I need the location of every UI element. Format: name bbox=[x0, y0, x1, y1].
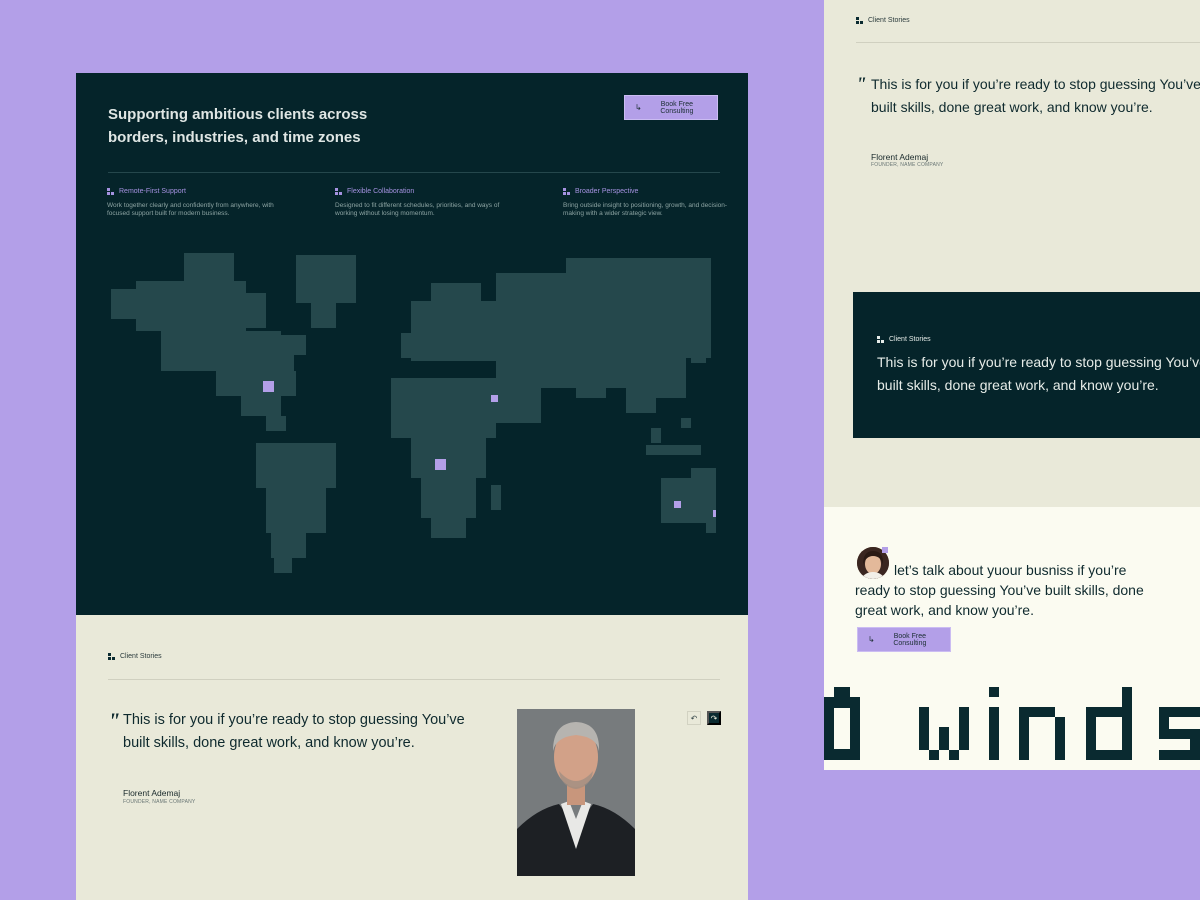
section-tag-label: Client Stories bbox=[868, 17, 910, 24]
section-tag: Client Stories bbox=[856, 17, 910, 24]
pixel-wordmark bbox=[824, 687, 1200, 760]
status-badge bbox=[882, 547, 888, 553]
feature-remote-first: Remote-First Support Work together clear… bbox=[107, 188, 287, 218]
author-name: Florent Ademaj bbox=[871, 152, 929, 162]
pixel-logo-icon bbox=[877, 336, 884, 343]
author-portrait bbox=[517, 709, 635, 876]
divider bbox=[856, 42, 1200, 43]
feature-description: Bring outside insight to positioning, gr… bbox=[563, 202, 728, 217]
feature-title: Broader Perspective bbox=[575, 188, 639, 195]
quote-line: built skills, done great work, and know … bbox=[871, 99, 1153, 115]
marker-australia-east[interactable] bbox=[713, 510, 716, 517]
testimonial-quote: This is for you if you’re ready to stop … bbox=[877, 351, 1200, 397]
marker-north-america[interactable] bbox=[263, 381, 274, 392]
next-story-button[interactable]: ↷ bbox=[707, 711, 721, 725]
client-stories-section: Client Stories " This is for you if you’… bbox=[76, 615, 748, 900]
marker-australia-west[interactable] bbox=[674, 501, 681, 508]
author-role: FOUNDER, NAME COMPANY bbox=[871, 162, 944, 168]
testimonial-quote: This is for you if you’re ready to stop … bbox=[123, 712, 465, 751]
feature-title: Remote-First Support bbox=[119, 188, 186, 195]
feature-broader-perspective: Broader Perspective Bring outside insigh… bbox=[563, 188, 743, 218]
main-card: Supporting ambitious clients across bord… bbox=[76, 73, 748, 900]
arrow-down-right-icon: ↳ bbox=[635, 103, 642, 112]
quote-line: This is for you if you’re ready to stop … bbox=[871, 76, 1200, 92]
dark-story-card: Client Stories This is for you if you’re… bbox=[853, 292, 1200, 438]
cta-text: let’s talk about yuour busniss if you’re… bbox=[855, 562, 1144, 618]
map-land bbox=[111, 253, 716, 573]
marker-asia[interactable] bbox=[491, 395, 498, 402]
section-tag: Client Stories bbox=[877, 336, 931, 343]
pixel-logo-icon bbox=[335, 188, 342, 195]
feature-description: Designed to fit different schedules, pri… bbox=[335, 202, 500, 217]
section-headline: Supporting ambitious clients across bord… bbox=[108, 106, 368, 146]
feature-description: Work together clearly and confidently fr… bbox=[107, 202, 274, 217]
quote-mark: " bbox=[856, 74, 867, 95]
pixel-world-map bbox=[111, 253, 716, 573]
redo-arrow-icon: ↷ bbox=[710, 713, 718, 723]
quote-mark: " bbox=[108, 708, 121, 733]
pixel-logo-icon bbox=[107, 188, 114, 195]
book-consulting-label: Book Free Consulting bbox=[893, 632, 927, 647]
testimonial-quote: This is for you if you’re ready to stop … bbox=[871, 73, 1200, 119]
book-consulting-button[interactable]: ↳ Book Free Consulting bbox=[857, 627, 951, 652]
book-consulting-label: Book Free Consulting bbox=[660, 100, 694, 115]
arrow-down-right-icon: ↳ bbox=[868, 635, 875, 644]
previous-story-button[interactable]: ↶ bbox=[687, 711, 701, 725]
pixel-logo-icon bbox=[856, 17, 863, 24]
marker-africa[interactable] bbox=[435, 459, 446, 470]
pixel-logo-icon bbox=[563, 188, 570, 195]
pixel-logo-icon bbox=[108, 653, 115, 660]
cta-card: let’s talk about yuour busniss if you’re… bbox=[824, 507, 1200, 770]
author-name: Florent Ademaj bbox=[123, 788, 181, 798]
divider bbox=[108, 679, 720, 680]
feature-title: Flexible Collaboration bbox=[347, 188, 415, 195]
global-clients-section: Supporting ambitious clients across bord… bbox=[76, 73, 748, 615]
book-consulting-button[interactable]: ↳ Book Free Consulting bbox=[624, 95, 718, 120]
quote-line: built skills, done great work, and know … bbox=[877, 377, 1159, 393]
section-tag-label: Client Stories bbox=[889, 336, 931, 343]
author-role: FOUNDER, NAME COMPANY bbox=[123, 799, 196, 805]
undo-arrow-icon: ↶ bbox=[690, 713, 698, 723]
quote-line: This is for you if you’re ready to stop … bbox=[877, 354, 1200, 370]
feature-flexible-collaboration: Flexible Collaboration Designed to fit d… bbox=[335, 188, 515, 218]
divider bbox=[108, 172, 720, 173]
right-column-preview: Client Stories " This is for you if you’… bbox=[824, 0, 1200, 770]
section-tag: Client Stories bbox=[108, 653, 162, 660]
section-tag-label: Client Stories bbox=[120, 653, 162, 660]
